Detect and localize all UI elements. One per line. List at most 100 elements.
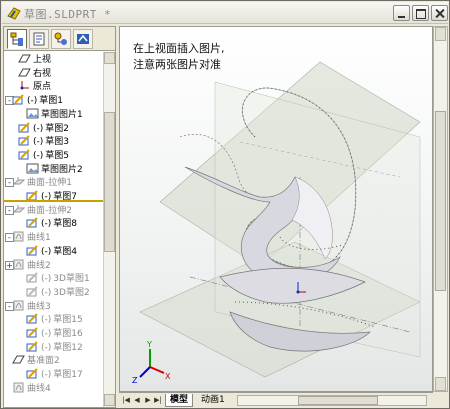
tree-item-label: 3D草图2 <box>53 287 90 298</box>
scroll-down-icon[interactable] <box>435 377 446 391</box>
tree-item[interactable]: (-) 3D草图1 <box>26 272 90 285</box>
horizontal-scroll-thumb[interactable] <box>298 396 378 405</box>
tree-scroll-thumb[interactable] <box>104 112 115 252</box>
tree-item[interactable]: 草图图片1 <box>26 108 83 121</box>
next-tab-icon[interactable]: ▶ <box>143 395 153 406</box>
tree-item-label: 草图图片1 <box>41 109 83 120</box>
tree-item-state: (-) <box>27 96 38 107</box>
tree-item-label: 曲线3 <box>27 301 51 312</box>
graphics-viewport[interactable]: Y X Z 在上视面插入图片, 注意两张图片对准 <box>119 26 433 392</box>
plane-icon <box>18 67 31 78</box>
tree-item-label: 草图图片2 <box>41 164 83 175</box>
tree-item-state: (-) <box>41 329 52 339</box>
tree-item-label: 草图16 <box>53 329 83 339</box>
tab-animation[interactable]: 动画1 <box>197 394 229 407</box>
surface-extrude-icon <box>12 204 26 215</box>
triad-z-label: Z <box>132 376 138 385</box>
tree-item-label: 草图8 <box>53 219 78 230</box>
sketch-icon <box>18 149 31 160</box>
tree-item-label: 草图5 <box>45 150 70 161</box>
configuration-icon <box>54 32 67 45</box>
tree-item[interactable]: (-) 草图3 <box>18 135 69 148</box>
tree-scrollbar[interactable] <box>103 52 115 407</box>
close-button[interactable] <box>431 5 448 21</box>
tree-item-state: (-) <box>41 315 52 326</box>
viewport-vertical-scrollbar[interactable] <box>433 26 448 392</box>
curve-icon <box>12 231 25 242</box>
tree-item[interactable]: 曲线2 <box>12 259 51 272</box>
tree-item[interactable]: 草图图片2 <box>26 163 83 176</box>
property-manager-tab[interactable] <box>29 29 49 49</box>
tree-item-label: 草图4 <box>53 246 78 257</box>
annotation-line-1: 在上视面插入图片, <box>133 42 225 55</box>
tree-item[interactable]: (-) 草图17 <box>26 368 83 381</box>
tree-item[interactable]: 曲面-拉伸1 <box>12 176 72 189</box>
sketch-icon <box>26 245 39 256</box>
tree-item-state: (-) <box>41 246 52 257</box>
maximize-button[interactable] <box>412 5 429 21</box>
dim-xpert-tab[interactable] <box>73 29 93 49</box>
triad-y-label: Y <box>146 340 152 349</box>
sketch-icon <box>26 340 39 352</box>
tree-item[interactable]: 上视 <box>18 53 51 66</box>
sketch-picture-icon <box>26 108 39 119</box>
scroll-up-icon[interactable] <box>104 52 115 64</box>
tree-item[interactable]: 原点 <box>18 80 51 93</box>
tree-item-label: 草图12 <box>53 342 83 353</box>
tab-model[interactable]: 模型 <box>165 394 194 407</box>
sketch3d-icon <box>26 286 39 297</box>
tree-item-label: 上视 <box>33 55 52 65</box>
prev-tab-icon[interactable]: ◀ <box>132 395 142 406</box>
feature-manager-tab[interactable] <box>7 29 27 49</box>
tree-item[interactable]: (-) 草图8 <box>26 217 77 230</box>
part-document-icon <box>7 7 21 20</box>
annotation-note: 在上视面插入图片, 注意两张图片对准 <box>133 41 225 73</box>
minimize-button[interactable] <box>393 5 410 21</box>
tree-item[interactable]: 曲线3 <box>12 300 51 313</box>
view-triad: Y X Z <box>132 340 171 385</box>
dim-xpert-icon <box>77 34 89 44</box>
tree-item[interactable]: (-) 草图5 <box>18 149 69 162</box>
tree-item-label: 曲面-拉伸1 <box>27 178 72 189</box>
panel-tab-bar <box>4 27 115 51</box>
tree-item[interactable]: (-) 草图4 <box>26 245 77 258</box>
tree-item[interactable]: (-) 草图12 <box>26 340 83 354</box>
tree-item[interactable]: (-) 草图16 <box>26 327 83 340</box>
sketch-picture-icon <box>26 163 39 174</box>
tree-item-label: 曲线1 <box>27 233 51 244</box>
tree-item-state: (-) <box>41 370 52 381</box>
tree-item[interactable]: 曲线1 <box>12 231 51 244</box>
viewport-horizontal-scrollbar[interactable] <box>237 395 427 406</box>
sketch-icon <box>26 217 39 228</box>
curve-icon <box>12 300 25 311</box>
first-tab-icon[interactable]: |◀ <box>121 395 131 406</box>
sketch-icon <box>18 135 31 146</box>
tree-item-label: 草图15 <box>53 315 83 326</box>
configuration-manager-tab[interactable] <box>51 29 71 49</box>
scroll-up-icon[interactable] <box>435 27 446 41</box>
scroll-down-icon[interactable] <box>104 394 115 406</box>
viewport-scroll-thumb[interactable] <box>435 111 446 291</box>
tree-item[interactable]: 曲线4 <box>12 382 51 395</box>
sketch3d-icon <box>26 272 39 283</box>
tree-item-label: 草图3 <box>45 137 70 148</box>
tree-item[interactable]: (-) 3D草图2 <box>26 286 90 299</box>
tree-item[interactable]: (-) 草图15 <box>26 313 83 326</box>
tree-item-state: (-) <box>33 123 44 134</box>
tree-item[interactable]: (-) 草图1 <box>12 94 63 107</box>
tree-item-state: (-) <box>33 150 44 161</box>
tree-item-label: 右视 <box>33 68 52 79</box>
tree-item-label: 3D草图1 <box>53 274 90 285</box>
title-bar[interactable]: 草图.SLDPRT * <box>2 2 448 24</box>
tree-item[interactable]: 曲面-拉伸2 <box>12 204 72 217</box>
tree-item[interactable]: 右视 <box>18 67 51 80</box>
tree-item[interactable]: (-) 草图2 <box>18 121 69 135</box>
tree-item[interactable]: 基准面2 <box>12 354 60 367</box>
curve-icon <box>12 382 25 393</box>
tree-item-label: 曲线2 <box>27 260 51 271</box>
plane-icon <box>18 53 31 64</box>
rollback-bar[interactable] <box>4 200 103 202</box>
triad-x-label: X <box>165 372 171 381</box>
last-tab-icon[interactable]: ▶| <box>153 395 163 406</box>
sketch-icon <box>26 313 39 324</box>
